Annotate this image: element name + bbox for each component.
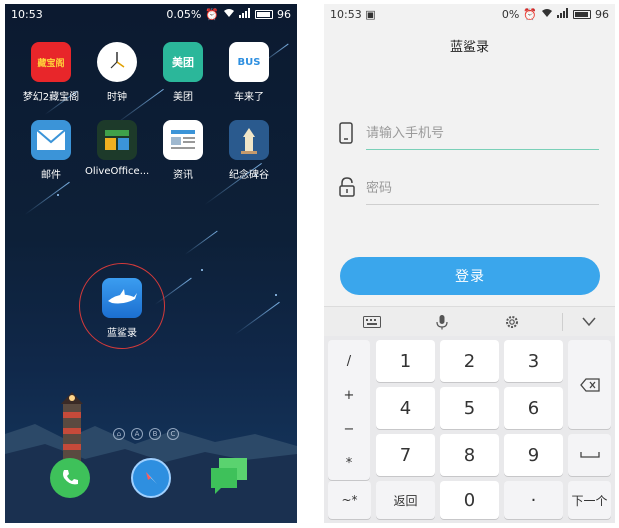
app-oliveoffice[interactable]: OliveOffice... <box>85 120 149 177</box>
microphone-icon[interactable] <box>432 313 452 331</box>
shark-icon <box>102 278 142 318</box>
home-screen: 10:53 0.05% ⏰ 96 藏宝阁 梦幻2藏宝阁 时钟 美团 美团 BUS… <box>5 4 297 523</box>
key-7[interactable]: 7 <box>376 434 435 476</box>
key-2[interactable]: 2 <box>440 340 499 382</box>
backspace-key[interactable] <box>568 340 611 429</box>
compass-icon[interactable] <box>131 458 171 498</box>
key-9[interactable]: 9 <box>504 434 563 476</box>
page-dot[interactable]: B <box>149 428 161 440</box>
app-monument[interactable]: 纪念碑谷 <box>217 120 281 181</box>
app-label: 资讯 <box>173 170 193 181</box>
status-time: 10:53 <box>11 8 43 21</box>
page-title: 蓝鲨录 <box>449 40 489 55</box>
symbols-key[interactable]: ~* <box>328 481 371 519</box>
space-key[interactable] <box>568 434 611 476</box>
back-key[interactable]: 返回 <box>376 481 435 519</box>
battery-level: 96 <box>595 8 609 21</box>
battery-icon <box>255 10 273 19</box>
key-5[interactable]: 5 <box>440 387 499 429</box>
password-field <box>338 171 599 205</box>
alarm-icon: ⏰ <box>205 8 219 21</box>
image-icon: ▣ <box>365 8 376 21</box>
symbol-key[interactable]: * <box>328 456 370 471</box>
app-label: OliveOffice... <box>85 166 149 177</box>
phone-icon[interactable] <box>50 458 90 498</box>
mail-icon <box>31 120 71 160</box>
space-icon <box>579 452 600 458</box>
app-label: 车来了 <box>234 92 264 103</box>
keyboard-toolbar <box>324 306 615 336</box>
app-label: 蓝鲨录 <box>107 328 137 339</box>
key-8[interactable]: 8 <box>440 434 499 476</box>
app-bus[interactable]: BUS 车来了 <box>217 42 281 103</box>
keyboard-icon[interactable] <box>362 313 382 331</box>
status-bar: 10:53 ▣ 0% ⏰ 96 <box>324 4 615 26</box>
monument-icon <box>229 120 269 160</box>
phone-underline <box>366 149 599 150</box>
page-dot[interactable]: ⌂ <box>113 428 125 440</box>
battery-level: 96 <box>277 8 291 21</box>
password-underline <box>366 204 599 205</box>
key-4[interactable]: 4 <box>376 387 435 429</box>
symbol-column[interactable]: / + − * <box>328 340 370 480</box>
phone-field <box>338 116 599 150</box>
dot-key[interactable]: · <box>504 481 563 519</box>
news-icon <box>163 120 203 160</box>
status-bar: 10:53 0.05% ⏰ 96 <box>5 4 297 26</box>
wallpaper-scenery <box>5 392 297 523</box>
status-time: 10:53 ▣ <box>330 8 376 21</box>
collapse-keyboard-icon[interactable] <box>579 313 599 331</box>
app-news[interactable]: 资讯 <box>151 120 215 181</box>
backspace-icon <box>579 377 600 392</box>
app-clock[interactable]: 时钟 <box>85 42 149 103</box>
clock-icon <box>97 42 137 82</box>
wifi-icon <box>223 8 235 21</box>
key-1[interactable]: 1 <box>376 340 435 382</box>
wifi-icon <box>541 8 553 21</box>
page-dot[interactable]: C <box>167 428 179 440</box>
key-3[interactable]: 3 <box>504 340 563 382</box>
symbol-key[interactable]: − <box>328 422 370 437</box>
app-mail[interactable]: 邮件 <box>19 120 83 181</box>
bus-icon: BUS <box>229 42 269 82</box>
phone-input[interactable] <box>366 120 599 146</box>
office-icon <box>97 120 137 160</box>
app-treasure[interactable]: 藏宝阁 梦幻2藏宝阁 <box>19 42 83 103</box>
symbol-key[interactable]: + <box>328 388 370 403</box>
next-key[interactable]: 下一个 <box>568 481 611 519</box>
meituan-icon: 美团 <box>163 42 203 82</box>
key-6[interactable]: 6 <box>504 387 563 429</box>
app-label: 时钟 <box>107 92 127 103</box>
app-lanshalu[interactable]: 蓝鲨录 <box>90 278 154 339</box>
app-label: 美团 <box>173 92 193 103</box>
treasure-icon: 藏宝阁 <box>31 42 71 82</box>
alarm-icon: ⏰ <box>523 8 537 21</box>
password-input[interactable] <box>366 175 599 201</box>
app-label: 纪念碑谷 <box>229 170 269 181</box>
app-label: 梦幻2藏宝阁 <box>22 92 80 103</box>
network-speed: 0% <box>501 8 520 21</box>
signal-icon <box>239 8 251 21</box>
key-0[interactable]: 0 <box>440 481 499 519</box>
app-label: 邮件 <box>41 170 61 181</box>
toolbar-divider <box>562 313 563 331</box>
battery-icon <box>573 10 591 19</box>
numeric-keyboard: / + − * 1 2 3 4 5 6 7 8 9 ~* 返回 0 · 下一个 <box>324 336 615 523</box>
symbol-key[interactable]: / <box>328 354 370 369</box>
network-speed: 0.05% <box>166 8 202 21</box>
lock-icon <box>338 177 358 199</box>
mobile-icon <box>338 122 358 144</box>
login-screen: 10:53 ▣ 0% ⏰ 96 蓝鲨录 登录 <box>324 4 615 523</box>
login-button[interactable]: 登录 <box>340 257 600 295</box>
page-dot[interactable]: A <box>131 428 143 440</box>
settings-gear-icon[interactable] <box>502 313 522 331</box>
messages-icon[interactable] <box>209 456 249 496</box>
app-meituan[interactable]: 美团 美团 <box>151 42 215 103</box>
page-indicator: ⌂ A B C <box>113 428 179 440</box>
signal-icon <box>557 8 569 21</box>
